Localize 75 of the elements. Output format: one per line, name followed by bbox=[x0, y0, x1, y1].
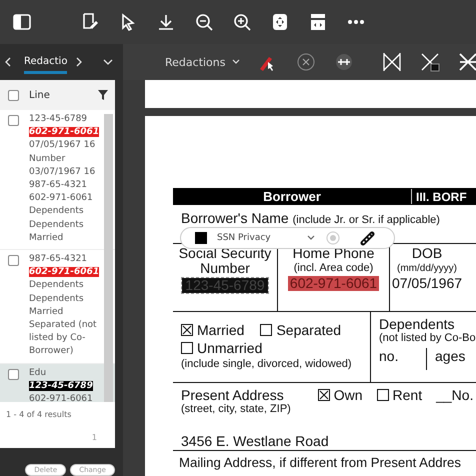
previous-tab-button[interactable] bbox=[4, 56, 12, 68]
highlighted-text: 602-971-6061 bbox=[29, 267, 100, 278]
chevron-down-icon[interactable] bbox=[306, 235, 315, 241]
phone-value: 602-971-6061 bbox=[288, 276, 380, 291]
filter-icon[interactable] bbox=[97, 89, 109, 101]
cross-text-icon[interactable] bbox=[420, 52, 440, 72]
item-text: 987-65-4321 bbox=[29, 180, 88, 190]
address-value: 3456 E. Westlane Road bbox=[181, 433, 330, 449]
checkbox[interactable] bbox=[8, 368, 19, 380]
field-hint: (include single, divorced, widowed) bbox=[181, 358, 353, 370]
color-swatch[interactable] bbox=[195, 232, 207, 244]
fit-width-icon[interactable] bbox=[308, 12, 328, 32]
zoom-in-icon[interactable] bbox=[232, 12, 252, 32]
cross-fill-icon[interactable] bbox=[458, 52, 476, 72]
sidebar-toggle-icon[interactable] bbox=[12, 12, 32, 32]
section-title: III. BORF bbox=[415, 190, 467, 204]
field-label: __No. bbox=[436, 387, 474, 403]
circle-strike-icon[interactable] bbox=[334, 52, 354, 72]
field-label: Present Address bbox=[181, 387, 284, 403]
fit-page-icon[interactable] bbox=[270, 12, 290, 32]
field-hint: (incl. Area code) bbox=[294, 261, 374, 276]
field-label: DOB bbox=[412, 246, 442, 261]
item-text: Dependents bbox=[29, 280, 84, 290]
option-label: Own bbox=[334, 387, 363, 403]
highlighted-text: 602-971-6061 bbox=[29, 127, 100, 138]
item-text: Dependents bbox=[29, 294, 84, 304]
column-header: Line bbox=[29, 90, 51, 100]
highlighted-text: 123-45-6789 bbox=[29, 380, 93, 391]
item-text: 987-65-4321 bbox=[29, 254, 88, 264]
field-label: Dependents bbox=[379, 316, 456, 332]
redaction-item[interactable]: Edu 123-45-6789 602-971-6061 bbox=[0, 364, 115, 402]
field-label: Home Phone bbox=[292, 246, 374, 261]
cross-box-icon[interactable] bbox=[382, 52, 402, 72]
field-label: ages bbox=[434, 348, 466, 366]
dob-value: 07/05/1967 bbox=[392, 276, 462, 291]
scrollbar[interactable] bbox=[104, 114, 113, 402]
item-text: Married bbox=[29, 232, 64, 243]
edit-document-icon[interactable] bbox=[80, 12, 100, 32]
field-hint: (include Jr. or Sr. if applicable) bbox=[292, 214, 440, 226]
item-text: Dependents bbox=[29, 206, 84, 216]
item-text: Edu bbox=[29, 368, 46, 378]
item-text: Married bbox=[29, 306, 64, 317]
item-text: Dependents bbox=[29, 220, 84, 230]
field-hint: (street, city, state, ZIP) bbox=[181, 403, 292, 415]
field-label: Social Security Number bbox=[178, 246, 272, 276]
results-count: 1 - 4 of 4 results bbox=[5, 409, 72, 421]
item-text: Separated (not listed by Co-Borrower) bbox=[29, 320, 97, 356]
option-label: Married bbox=[197, 322, 244, 338]
field-hint: (mm/dd/yyyy) bbox=[397, 262, 457, 276]
link-icon[interactable] bbox=[358, 230, 375, 246]
field-hint: (not listed by Co-Bo bbox=[379, 332, 476, 344]
zoom-out-icon[interactable] bbox=[194, 12, 214, 32]
panel-menu-button[interactable] bbox=[103, 58, 114, 66]
item-text: 602-971-6061 bbox=[29, 193, 93, 204]
redactions-dropdown[interactable]: Redactions bbox=[165, 56, 240, 68]
option-label: Rent bbox=[392, 387, 422, 403]
option-label: Separated bbox=[276, 322, 342, 338]
field-label: Borrower's Name bbox=[181, 210, 289, 226]
item-text: 123-45-6789 bbox=[29, 114, 88, 124]
panel-tab[interactable]: Redactio bbox=[24, 50, 68, 74]
download-icon[interactable] bbox=[156, 12, 176, 32]
redaction-type-dropdown[interactable]: SSN Privacy bbox=[217, 233, 315, 243]
next-tab-button[interactable] bbox=[75, 56, 84, 68]
item-text: 602-971-6061 bbox=[29, 394, 93, 402]
option-label: Unmarried bbox=[197, 340, 262, 356]
circle-x-icon[interactable] bbox=[296, 52, 316, 72]
item-text: Number bbox=[29, 154, 66, 164]
select-all-checkbox[interactable] bbox=[8, 90, 19, 100]
field-label: Mailing Address, if different from Present Addres bbox=[173, 450, 476, 470]
checkbox[interactable] bbox=[8, 255, 19, 266]
section-title: Borrower bbox=[173, 189, 412, 204]
checkbox[interactable] bbox=[8, 115, 19, 126]
item-text: 07/05/1967 16 bbox=[29, 140, 96, 150]
item-text: 03/07/1967 16 bbox=[29, 166, 96, 177]
field-label: no. bbox=[379, 348, 427, 370]
